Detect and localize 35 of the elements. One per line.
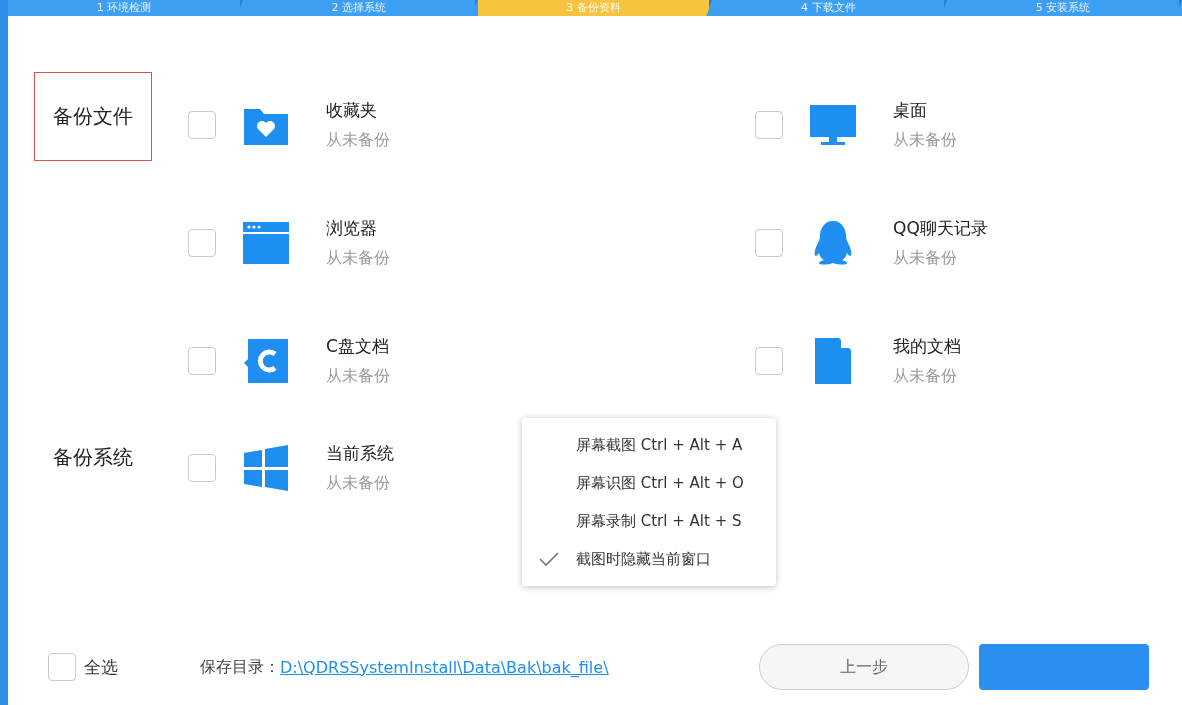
backup-status: 从未备份 (326, 248, 390, 269)
backup-status: 从未备份 (326, 130, 390, 151)
item-title: 收藏夹 (326, 99, 378, 122)
backup-status: 从未备份 (893, 248, 958, 269)
menu-item[interactable]: 屏幕识图 Ctrl + Alt + O (576, 473, 744, 493)
menu-item[interactable]: 屏幕截图 Ctrl + Alt + A (576, 435, 743, 455)
checkbox[interactable] (188, 229, 216, 257)
item-title: 我的文档 (893, 335, 961, 358)
previous-button[interactable]: 上一步 (758, 644, 969, 690)
windows-logo-icon (242, 444, 290, 492)
checkbox[interactable] (755, 229, 783, 257)
item-title: QQ聊天记录 (893, 217, 988, 240)
backup-status: 从未备份 (893, 366, 958, 387)
menu-item[interactable]: 截图时隐藏当前窗口 (576, 549, 711, 569)
browser-window-icon (242, 219, 290, 267)
item-title: 当前系统 (326, 442, 394, 465)
checkbox[interactable] (755, 347, 783, 375)
save-directory-label: 保存目录： (200, 656, 280, 678)
item-title: C盘文档 (326, 335, 390, 358)
menu-item[interactable]: 屏幕录制 Ctrl + Alt + S (576, 511, 742, 531)
backup-status: 从未备份 (326, 473, 391, 494)
section-label[interactable]: 备份系统 (34, 420, 152, 502)
select-all-checkbox[interactable] (48, 653, 76, 681)
checkbox[interactable] (188, 347, 216, 375)
next-button[interactable] (978, 644, 1149, 690)
section-label[interactable]: 备份文件 (34, 72, 152, 161)
checkbox[interactable] (755, 111, 783, 139)
item-title: 桌面 (893, 99, 928, 122)
c-document-icon (242, 337, 290, 385)
item-title: 浏览器 (326, 217, 378, 240)
backup-status: 从未备份 (893, 130, 957, 151)
checkbox[interactable] (188, 111, 216, 139)
checkbox[interactable] (188, 454, 216, 482)
backup-status: 从未备份 (326, 366, 390, 387)
select-all-label[interactable]: 全选 (84, 655, 118, 679)
